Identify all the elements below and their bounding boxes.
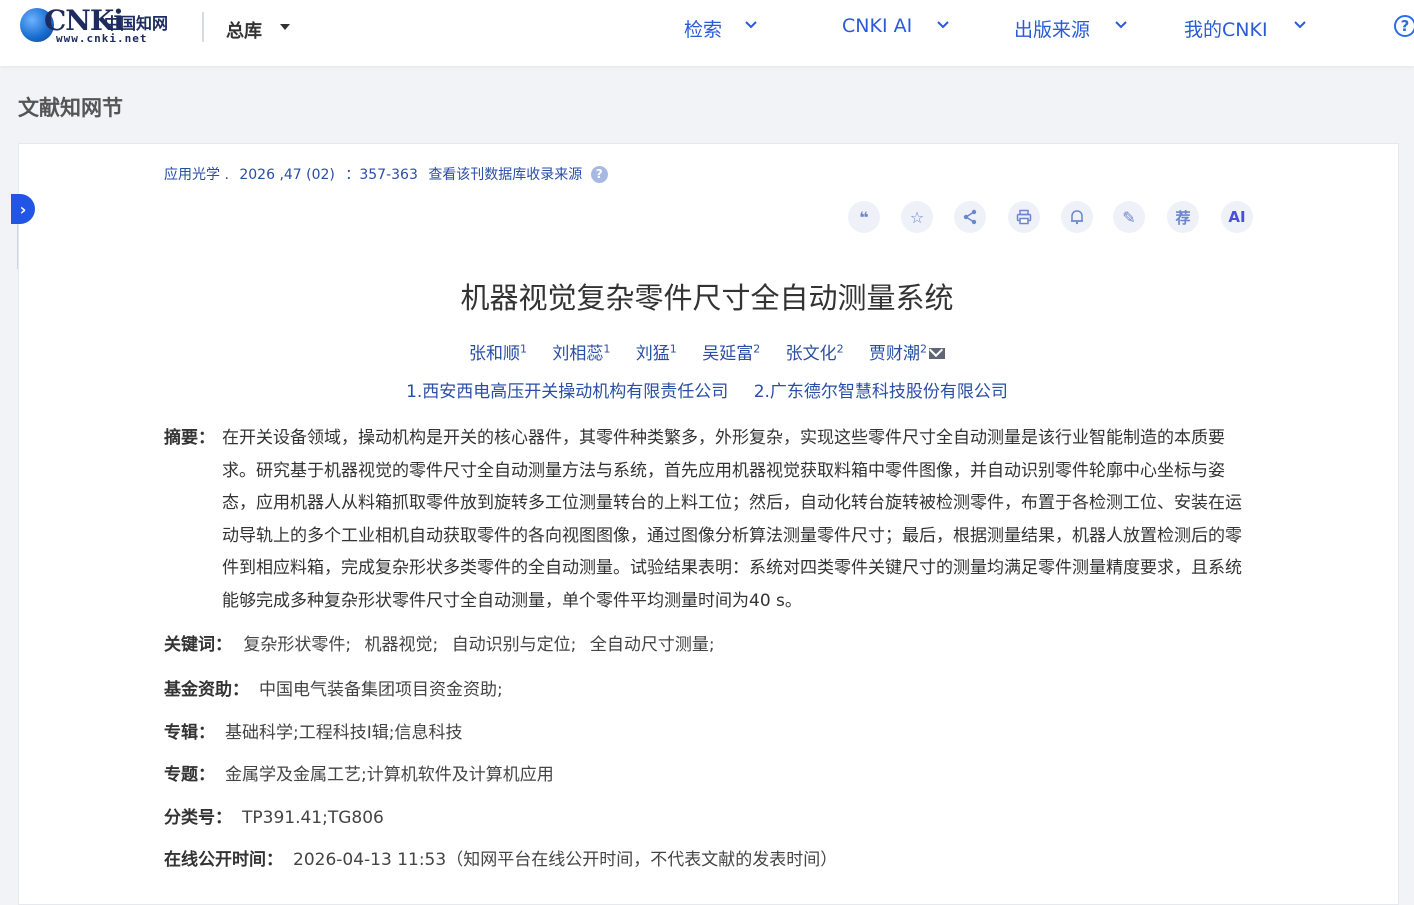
recommend-icon[interactable]: 荐 bbox=[1167, 201, 1199, 233]
keyword-link[interactable]: 机器视觉; bbox=[365, 635, 439, 655]
edit-icon[interactable]: ✎ bbox=[1113, 201, 1145, 233]
organization-link[interactable]: 1.西安西电高压开关操动机构有限责任公司 bbox=[406, 382, 728, 402]
topic-row: 专题： 金属学及金属工艺;计算机软件及计算机应用 bbox=[164, 760, 554, 785]
keyword-link[interactable]: 自动识别与定位; bbox=[452, 635, 577, 655]
print-icon[interactable] bbox=[1008, 201, 1040, 233]
nav-my-cnki[interactable]: 我的CNKI bbox=[1184, 15, 1268, 42]
chevron-down-icon[interactable] bbox=[936, 20, 950, 30]
online-date-label: 在线公开时间： bbox=[164, 850, 283, 870]
bell-icon[interactable] bbox=[1061, 201, 1093, 233]
ai-icon[interactable]: AI bbox=[1221, 201, 1253, 233]
help-icon[interactable]: ? bbox=[1394, 15, 1414, 37]
chevron-down-icon[interactable] bbox=[1114, 20, 1128, 30]
classification-row: 分类号： TP391.41;TG806 bbox=[164, 803, 384, 828]
online-date-value: 2026-04-13 11:53（知网平台在线公开时间，不代表文献的发表时间） bbox=[293, 850, 838, 870]
nav-search[interactable]: 检索 bbox=[684, 15, 722, 42]
series-row: 专辑： 基础科学;工程科技Ⅰ辑;信息科技 bbox=[164, 718, 462, 743]
online-date-row: 在线公开时间： 2026-04-13 11:53（知网平台在线公开时间，不代表文献… bbox=[164, 845, 837, 870]
article-title: 机器视觉复杂零件尺寸全自动测量系统 bbox=[460, 281, 954, 315]
caret-down-icon[interactable] bbox=[280, 24, 290, 30]
author-link[interactable]: 刘相蕊1 bbox=[552, 342, 610, 364]
keyword-link[interactable]: 全自动尺寸测量; bbox=[590, 635, 715, 655]
abstract-section: 摘要： 在开关设备领域，操动机构是开关的核心器件，其零件种类繁多，外形复杂，实现… bbox=[164, 422, 1254, 618]
abstract-text: 在开关设备领域，操动机构是开关的核心器件，其零件种类繁多，外形复杂，实现这些零件… bbox=[222, 428, 1242, 611]
author-link[interactable]: 贾财潮2 bbox=[869, 342, 946, 364]
logo-url: www.cnki.net bbox=[56, 32, 148, 45]
journal-link[interactable]: 应用光学 . bbox=[164, 167, 229, 183]
nav-publication-source[interactable]: 出版来源 bbox=[1014, 15, 1090, 42]
topic-label: 专题： bbox=[164, 765, 215, 785]
keyword-link[interactable]: 复杂形状零件; bbox=[243, 635, 351, 655]
keywords-row: 关键词： 复杂形状零件; 机器视觉; 自动识别与定位; 全自动尺寸测量; bbox=[164, 630, 723, 655]
fund-row: 基金资助： 中国电气装备集团项目资金资助; bbox=[164, 675, 503, 700]
author-link[interactable]: 吴延富2 bbox=[702, 342, 760, 364]
chevron-down-icon[interactable] bbox=[1293, 20, 1307, 30]
classification-label: 分类号： bbox=[164, 808, 232, 828]
organization-link[interactable]: 2.广东德尔智慧科技股份有限公司 bbox=[754, 382, 1008, 402]
sidebar-line bbox=[17, 224, 18, 269]
star-icon[interactable]: ☆ bbox=[901, 201, 933, 233]
top-navigation-bar: CNKi 中国知网 www.cnki.net 总库 检索 CNKI AI 出版来… bbox=[0, 0, 1414, 66]
database-source-link[interactable]: 查看该刊数据库收录来源 bbox=[428, 167, 582, 183]
fund-label: 基金资助： bbox=[164, 680, 249, 700]
author-list: 张和顺1 刘相蕊1 刘猛1 吴延富2 张文化2 贾财潮2 bbox=[0, 339, 1414, 364]
series-value: 基础科学;工程科技Ⅰ辑;信息科技 bbox=[225, 723, 463, 743]
author-link[interactable]: 刘猛1 bbox=[636, 342, 677, 364]
header-divider bbox=[202, 12, 204, 42]
fund-link[interactable]: 中国电气装备集团项目资金资助; bbox=[259, 680, 503, 700]
page-title: 文献知网节 bbox=[18, 96, 123, 120]
cnki-logo[interactable]: CNKi 中国知网 www.cnki.net bbox=[18, 4, 183, 48]
page-range: ：357-363 bbox=[345, 167, 418, 183]
question-icon[interactable]: ? bbox=[590, 166, 608, 183]
logo-chinese-text: 中国知网 bbox=[104, 14, 169, 33]
issue-link[interactable]: 2026 ,47 (02) bbox=[239, 167, 335, 183]
author-link[interactable]: 张和顺1 bbox=[469, 342, 527, 364]
topic-value: 金属学及金属工艺;计算机软件及计算机应用 bbox=[225, 765, 554, 785]
mail-icon[interactable] bbox=[929, 348, 946, 359]
series-label: 专辑： bbox=[164, 723, 215, 743]
chevron-down-icon[interactable] bbox=[744, 20, 758, 30]
source-line: 应用光学 . 2026 ,47 (02) ：357-363 查看该刊数据库收录来… bbox=[164, 164, 614, 184]
keywords-label: 关键词： bbox=[164, 635, 232, 655]
author-link[interactable]: 张文化2 bbox=[786, 342, 844, 364]
library-dropdown[interactable]: 总库 bbox=[226, 17, 262, 43]
nav-cnki-ai[interactable]: CNKI AI bbox=[842, 15, 912, 37]
abstract-label: 摘要： bbox=[164, 428, 215, 448]
classification-value: TP391.41;TG806 bbox=[242, 808, 384, 828]
cite-icon[interactable]: ❝ bbox=[848, 201, 880, 233]
organization-list: 1.西安西电高压开关操动机构有限责任公司 2.广东德尔智慧科技股份有限公司 bbox=[0, 377, 1414, 402]
share-icon[interactable] bbox=[954, 201, 986, 233]
